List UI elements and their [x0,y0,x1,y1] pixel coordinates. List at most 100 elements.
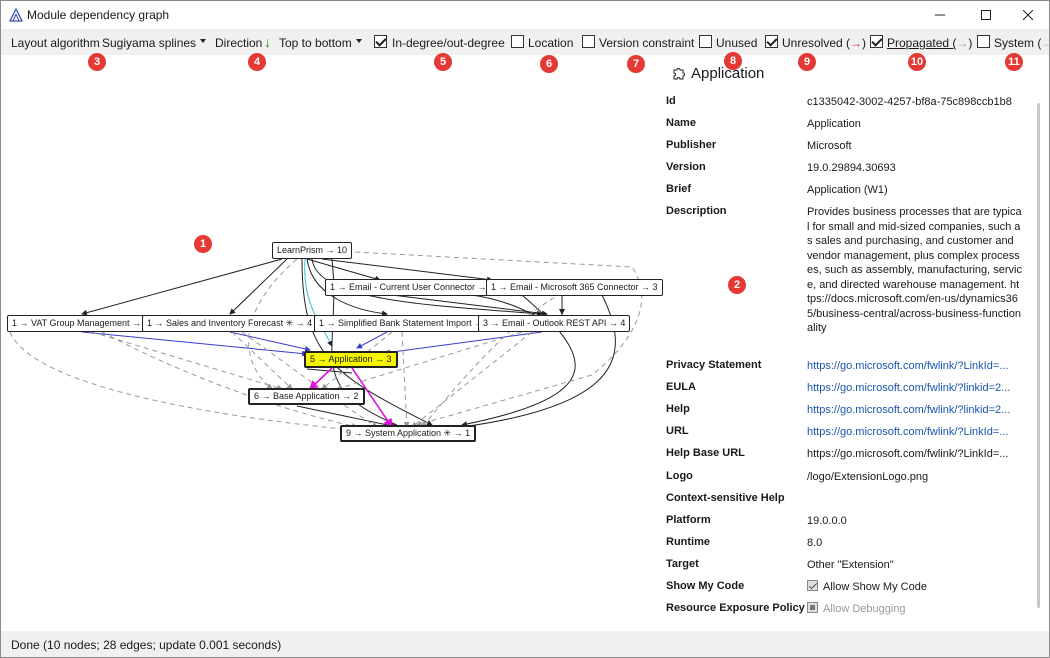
status-bar: Done (10 nodes; 28 edges; update 0.001 s… [1,631,1049,657]
location-checkbox[interactable] [511,35,524,48]
prop-value: c1335042-3002-4257-bf8a-75c898ccb1b8 [807,96,1012,108]
minimize-button[interactable] [917,1,963,29]
panel-scrollbar[interactable] [1034,93,1042,623]
dependency-graph-window: Module dependency graph Layout algorithm… [0,0,1050,658]
show-my-code-option: Allow Show My Code [807,580,1022,595]
direction-label: Direction [215,36,263,50]
location-label[interactable]: Location [528,36,573,50]
chevron-down-icon [200,39,207,43]
prop-key: Brief [666,183,692,195]
prop-key: Runtime [666,536,710,548]
graph-node[interactable]: 1 → VAT Group Management → 4 [7,315,154,332]
prop-key: Show My Code [666,580,745,592]
privacy-link[interactable]: https://go.microsoft.com/fwlink/?LinkId=… [807,359,1022,374]
system-label[interactable]: System (→) [994,36,1050,50]
prop-key: Context-sensitive Help [666,492,785,504]
unresolved-arrow-icon: → [850,36,863,50]
unresolved-checkbox[interactable] [765,35,778,48]
prop-value: /logo/ExtensionLogo.png [807,471,929,483]
propagated-text: Propagated ( [887,36,957,50]
eula-link[interactable]: https://go.microsoft.com/fwlink/?linkid=… [807,381,1022,396]
close-icon [1023,10,1033,20]
allow-debugging-checkbox [807,602,818,613]
prop-key: Help Base URL [666,447,745,459]
prop-key: Target [666,558,699,570]
propagated-arrow-icon: → [956,36,969,50]
version-constraint-checkbox[interactable] [582,35,595,48]
prop-value: Microsoft [807,140,852,152]
paren-close: ) [862,36,867,50]
prop-value: Application (W1) [807,184,888,196]
prop-key: Logo [666,470,693,482]
unused-label[interactable]: Unused [716,36,757,50]
extension-puzzle-icon [673,68,685,80]
graph-canvas[interactable]: LearnPrism → 10 1 → Email - Current User… [2,55,663,631]
url-link[interactable]: https://go.microsoft.com/fwlink/?LinkId=… [807,425,1022,440]
indegree-label[interactable]: In-degree/out-degree [392,36,505,50]
graph-node[interactable]: 9 → System Application ✳ → 1 [340,425,477,442]
help-link[interactable]: https://go.microsoft.com/fwlink/?linkid=… [807,403,1022,418]
window-title: Module dependency graph [27,8,170,22]
prop-value: 19.0.0.0 [807,515,847,527]
prop-key: Privacy Statement [666,359,762,371]
graph-node[interactable]: 6 → Base Application → 2 [248,388,365,405]
prop-value: Other "Extension" [807,559,894,571]
graph-node[interactable]: 1 → Sales and Inventory Forecast ✳ → 4 [142,315,318,332]
indegree-checkbox[interactable] [374,35,387,48]
prop-key: Id [666,95,676,107]
direction-select[interactable]: Top to bottom [276,33,365,51]
graph-node[interactable]: 3 → Email - Outlook REST API → 4 [478,315,631,332]
paren-close: ) [968,36,973,50]
direction-value: Top to bottom [279,36,352,50]
graph-node-selected[interactable]: 5 → Application → 3 [304,351,398,368]
unresolved-label[interactable]: Unresolved (→) [782,36,866,50]
title-bar: Module dependency graph [1,1,1049,29]
graph-node[interactable]: 1 → Email - Microsoft 365 Connector → 3 [486,279,663,296]
scrollbar-thumb[interactable] [1037,103,1040,608]
prop-value: https://go.microsoft.com/fwlink/?LinkId=… [807,448,1009,460]
prop-key: Platform [666,514,711,526]
layout-algorithm-label: Layout algorithm [11,36,100,50]
close-button[interactable] [1005,1,1050,29]
maximize-button[interactable] [963,1,1009,29]
prop-key: Description [666,205,727,217]
prop-value: Allow Debugging [823,603,906,615]
system-checkbox[interactable] [977,35,990,48]
prop-key: Name [666,117,696,129]
app-logo-icon [9,8,23,22]
prop-value: Provides business processes that are typ… [807,206,1022,334]
prop-value: 19.0.29894.30693 [807,162,896,174]
propagated-label[interactable]: Propagated (→) [887,36,972,50]
version-constraint-label[interactable]: Version constraint [599,36,694,50]
layout-algorithm-value: Sugiyama splines [102,36,197,50]
prop-value: Allow Show My Code [823,581,927,593]
maximize-icon [981,10,991,20]
system-arrow-icon: → [1041,36,1050,50]
toolbar: Layout algorithm Sugiyama splines Direct… [1,29,1050,55]
panel-title: Application [691,65,765,82]
unused-checkbox[interactable] [699,35,712,48]
graph-edges [9,250,643,433]
prop-key: Resource Exposure Policy [666,602,805,614]
chevron-down-icon [355,39,362,43]
minimize-icon [935,14,945,16]
graph-node[interactable]: LearnPrism → 10 [272,242,353,259]
layout-algorithm-select[interactable]: Sugiyama splines [99,33,210,51]
prop-key: Publisher [666,139,717,151]
unresolved-text: Unresolved ( [782,36,851,50]
show-my-code-checkbox [807,580,818,591]
allow-debugging-option: Allow Debugging [807,602,1022,617]
prop-value: 8.0 [807,537,823,549]
arrow-down-icon: ↓ [264,34,271,50]
prop-key: URL [666,425,689,437]
prop-key: EULA [666,381,696,393]
prop-key: Version [666,161,706,173]
graph-node[interactable]: 1 → Simplified Bank Statement Import → 4 [314,315,496,332]
prop-value: Application [807,118,861,130]
prop-key: Help [666,403,690,415]
system-text: System ( [994,36,1042,50]
propagated-checkbox[interactable] [870,35,883,48]
properties-panel: Application Id c1335042-3002-4257-bf8a-75… [661,59,1033,629]
status-text: Done (10 nodes; 28 edges; update 0.001 s… [11,638,282,652]
graph-node[interactable]: 1 → Email - Current User Connector → 3 [325,279,500,296]
